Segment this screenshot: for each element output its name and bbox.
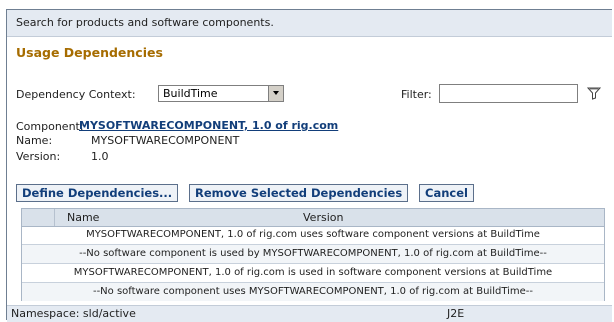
table-row[interactable]: --No software component is used by MYSOF… [22,245,604,264]
component-link[interactable]: MYSOFTWARECOMPONENT, 1.0 of rig.com [79,119,338,132]
version-value: 1.0 [91,150,109,163]
status-bar: Namespace: sld/active J2E [7,305,612,322]
table-header: Name Version [22,209,604,227]
filter-label: Filter: [401,88,432,101]
column-header-version[interactable]: Version [303,209,343,226]
dependency-context-select[interactable]: BuildTime [158,85,284,102]
filter-funnel-icon[interactable] [587,86,601,100]
select-all-column[interactable] [22,209,55,226]
version-label: Version: [16,150,61,163]
define-dependencies-button[interactable]: Define Dependencies... [16,184,179,202]
component-label: Component: [16,120,84,133]
search-hint-text: Search for products and software compone… [16,16,274,29]
name-label: Name: [16,134,53,147]
remove-selected-dependencies-button[interactable]: Remove Selected Dependencies [189,184,409,202]
dependencies-table: Name Version MYSOFTWARECOMPONENT, 1.0 of… [21,208,605,301]
table-row[interactable]: MYSOFTWARECOMPONENT, 1.0 of rig.com is u… [22,264,604,283]
dependency-context-value: BuildTime [163,87,218,100]
column-header-name[interactable]: Name [67,209,99,226]
name-value: MYSOFTWARECOMPONENT [91,134,240,147]
cancel-button[interactable]: Cancel [419,184,474,202]
table-row[interactable]: MYSOFTWARECOMPONENT, 1.0 of rig.com uses… [22,226,604,245]
dependency-context-label: Dependency Context: [16,88,136,101]
main-panel: Search for products and software compone… [6,9,612,322]
search-hint-bar: Search for products and software compone… [7,10,612,37]
section-title: Usage Dependencies [16,45,163,60]
filter-input[interactable] [439,84,578,103]
table-row[interactable]: --No software component uses MYSOFTWAREC… [22,283,604,301]
chevron-down-icon[interactable] [268,86,283,101]
